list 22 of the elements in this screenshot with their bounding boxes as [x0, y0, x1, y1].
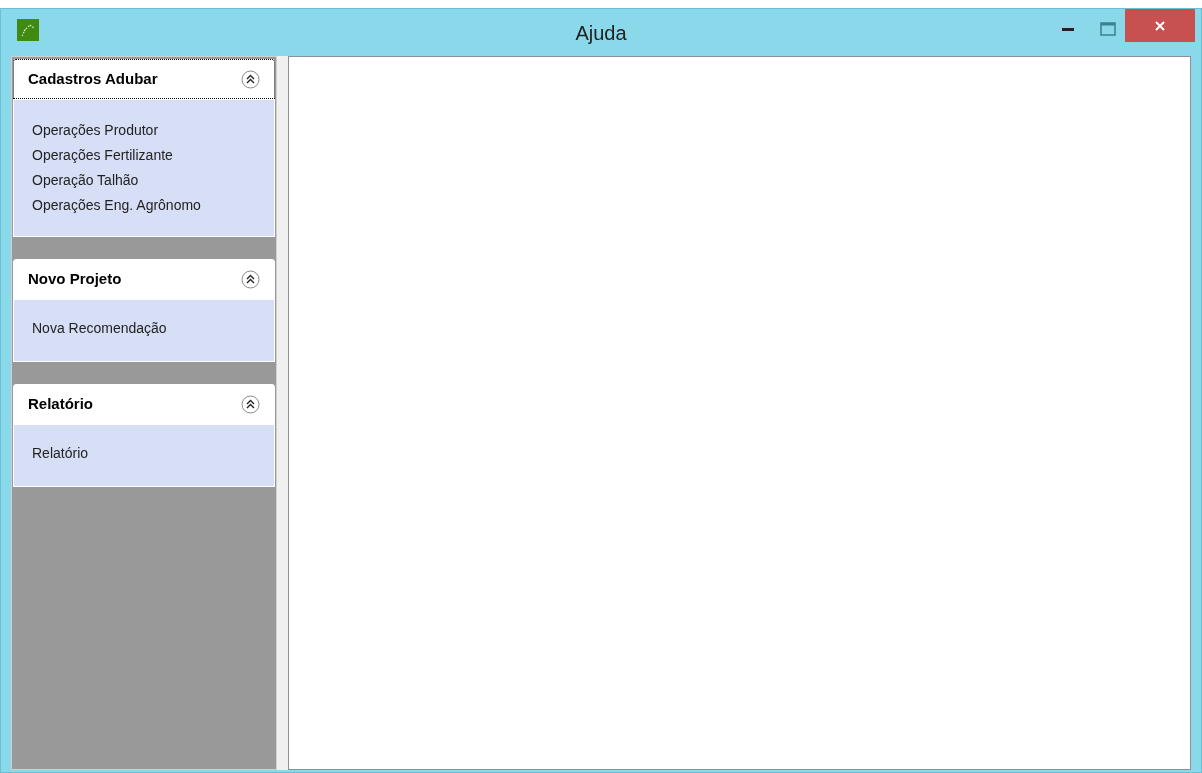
minimize-icon: [1062, 27, 1074, 31]
group-header[interactable]: Cadastros Adubar: [13, 59, 275, 99]
splitter-handle[interactable]: [277, 56, 288, 770]
collapse-icon[interactable]: [241, 394, 260, 414]
maximize-icon: [1100, 22, 1116, 36]
collapse-icon[interactable]: [241, 69, 260, 89]
group-title: Cadastros Adubar: [28, 68, 158, 89]
menu-link[interactable]: Operação Talhão: [14, 168, 274, 193]
window-title: Ajuda: [575, 20, 627, 46]
menu-link[interactable]: Operações Produtor: [14, 118, 274, 143]
close-icon: [1154, 19, 1166, 32]
group-title: Novo Projeto: [28, 268, 122, 289]
group-header[interactable]: Novo Projeto: [13, 259, 275, 299]
menu-link[interactable]: Relatório: [14, 441, 274, 466]
menu-link[interactable]: Operações Eng. Agrônomo: [14, 193, 274, 218]
collapse-icon[interactable]: [241, 269, 260, 289]
group-header[interactable]: Relatório: [13, 384, 275, 424]
menu-link[interactable]: Operações Fertilizante: [14, 143, 274, 168]
app-logo-icon: [17, 19, 39, 41]
menu-link[interactable]: Nova Recomendação: [14, 316, 274, 341]
close-button[interactable]: [1125, 9, 1195, 42]
group-title: Relatório: [28, 393, 93, 414]
